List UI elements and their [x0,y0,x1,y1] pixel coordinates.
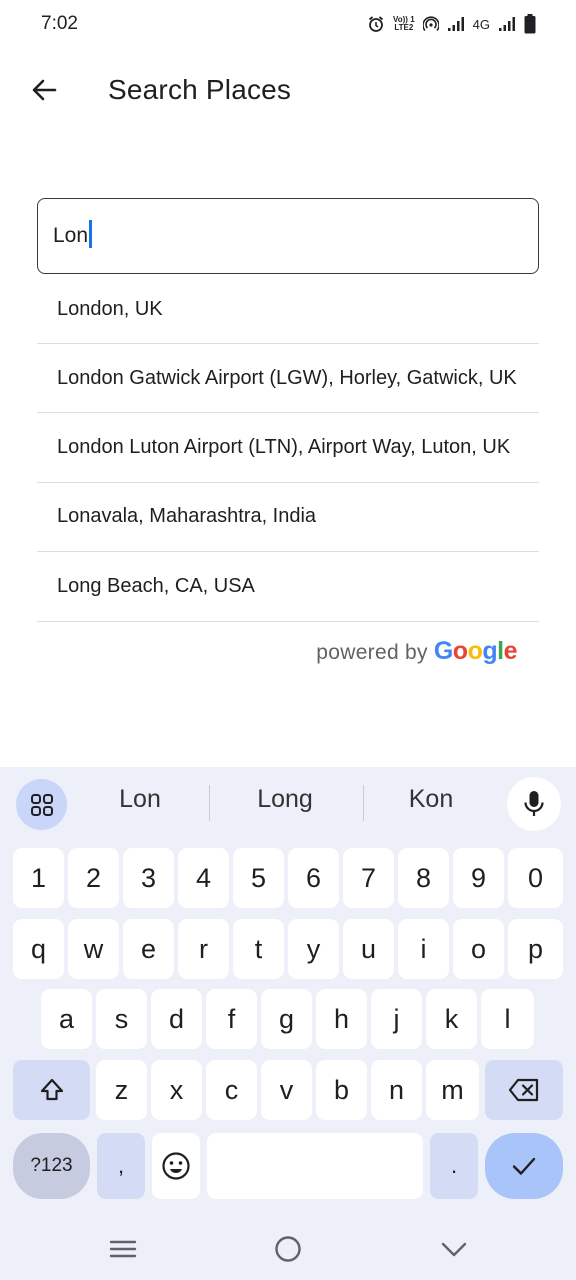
comma-key[interactable]: , [97,1133,145,1199]
key[interactable]: m [426,1060,479,1120]
back-button[interactable] [24,70,64,110]
key[interactable]: 1 [13,848,64,908]
shift-key[interactable] [13,1060,90,1120]
hide-keyboard-button[interactable] [434,1229,474,1269]
volte-indicator: Vo)) 1 LTE2 [393,16,415,32]
recents-button[interactable] [103,1229,143,1269]
key[interactable]: 9 [453,848,504,908]
signal-icon [447,17,464,31]
grid-icon [30,793,53,816]
status-icons: Vo)) 1 LTE2 4G [367,12,536,36]
status-bar: 7:02 Vo)) 1 LTE2 4G [0,0,576,48]
result-item[interactable]: London Luton Airport (LTN), Airport Way,… [37,413,539,483]
battery-icon [524,14,536,34]
key[interactable]: z [96,1060,147,1120]
text-caret [89,220,93,248]
suggestion-bar: Lon Long Kon [0,767,576,839]
status-time: 7:02 [41,13,78,34]
alarm-icon [368,16,384,32]
home-button[interactable] [268,1229,308,1269]
key[interactable]: b [316,1060,367,1120]
key[interactable]: n [371,1060,422,1120]
arrow-left-icon [32,79,57,101]
results-list: London, UK London Gatwick Airport (LGW),… [37,276,539,622]
result-item[interactable]: London Gatwick Airport (LGW), Horley, Ga… [37,344,539,414]
signal-icon-2 [499,17,515,31]
key[interactable]: d [151,989,202,1049]
keyboard-apps-button[interactable] [16,779,67,830]
key[interactable]: w [68,919,119,979]
volte-bottom-label: LTE2 [394,23,414,32]
home-icon [275,1236,301,1262]
google-attribution: powered by Google [316,637,517,666]
suggestion-item[interactable]: Kon [361,785,501,814]
attribution-prefix: powered by [316,641,428,664]
key[interactable]: e [123,919,174,979]
key[interactable]: k [426,989,477,1049]
menu-icon [109,1240,137,1258]
symbols-key[interactable]: ?123 [13,1133,90,1199]
backspace-icon [508,1078,539,1102]
backspace-key[interactable] [485,1060,563,1120]
key[interactable]: l [481,989,534,1049]
key[interactable]: v [261,1060,312,1120]
microphone-icon [524,791,544,816]
checkmark-icon [512,1157,536,1175]
key[interactable]: 2 [68,848,119,908]
google-letter: G [433,637,453,665]
key[interactable]: s [96,989,147,1049]
back-chevron-icon [441,1242,467,1257]
result-item[interactable]: London, UK [37,276,539,344]
key[interactable]: f [206,989,257,1049]
app-bar: Search Places [0,56,576,128]
google-letter: e [503,637,518,665]
suggestion-divider [209,785,210,821]
emoji-key[interactable] [152,1133,200,1199]
key[interactable]: r [178,919,229,979]
shift-icon [40,1078,63,1101]
voice-input-button[interactable] [507,777,561,831]
result-item[interactable]: Lonavala, Maharashtra, India [37,483,539,553]
space-key[interactable] [207,1133,423,1199]
result-item[interactable]: Long Beach, CA, USA [37,552,539,622]
search-input[interactable]: Lon [37,198,539,274]
navigation-bar [0,1215,576,1280]
soft-keyboard: Lon Long Kon 1 2 3 4 5 6 7 8 9 0 q w e r… [0,767,576,1280]
key[interactable]: q [13,919,64,979]
key[interactable]: p [508,919,563,979]
key[interactable]: x [151,1060,202,1120]
key[interactable]: i [398,919,449,979]
page-title: Search Places [108,74,292,105]
key[interactable]: 7 [343,848,394,908]
suggestion-item[interactable]: Long [215,785,355,814]
key[interactable]: t [233,919,284,979]
key[interactable]: 3 [123,848,174,908]
enter-key[interactable] [485,1133,563,1199]
key[interactable]: 5 [233,848,284,908]
google-letter: o [452,637,468,665]
google-logo: Google [433,637,518,666]
key[interactable]: g [261,989,312,1049]
key[interactable]: 6 [288,848,339,908]
key[interactable]: o [453,919,504,979]
emoji-icon [162,1152,190,1180]
network-type-label: 4G [472,16,490,32]
key[interactable]: h [316,989,367,1049]
key[interactable]: j [371,989,422,1049]
key[interactable]: a [41,989,92,1049]
google-letter: g [482,637,498,665]
hotspot-icon [422,16,439,32]
key[interactable]: c [206,1060,257,1120]
google-letter: o [467,637,483,665]
key[interactable]: u [343,919,394,979]
key[interactable]: 4 [178,848,229,908]
key[interactable]: 0 [508,848,563,908]
suggestion-item[interactable]: Lon [70,785,210,814]
search-input-value: Lon [53,224,89,247]
key[interactable]: 8 [398,848,449,908]
key[interactable]: y [288,919,339,979]
period-key[interactable]: . [430,1133,478,1199]
